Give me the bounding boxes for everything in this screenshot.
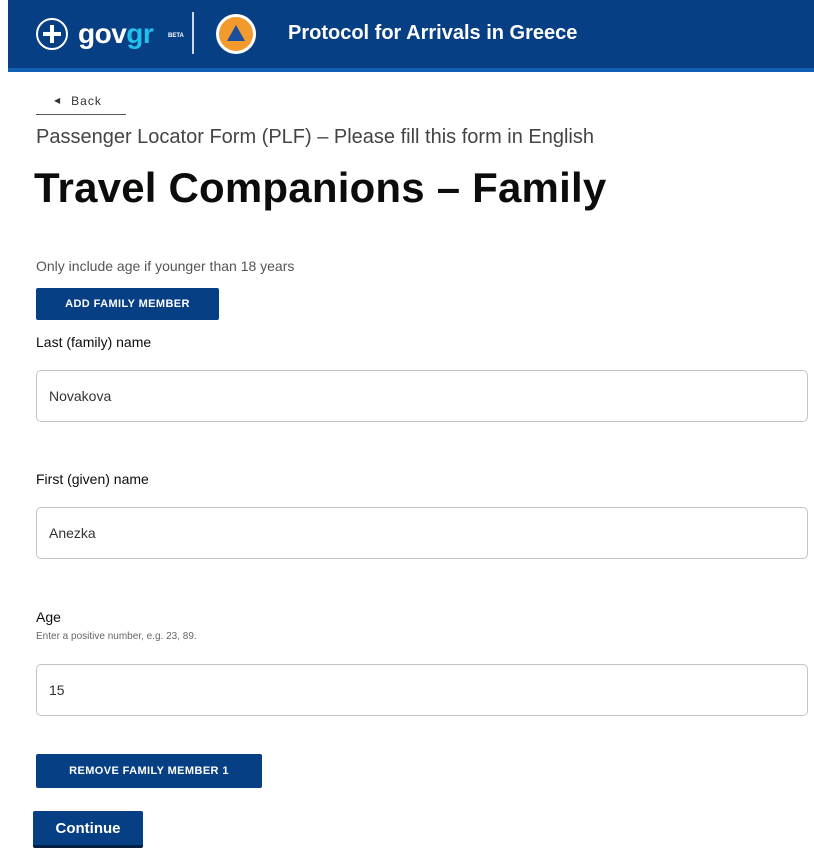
site-header: govgr BETA Protocol for Arrivals in Gree… <box>8 0 814 72</box>
govgr-logo[interactable]: govgr <box>78 18 154 50</box>
continue-button[interactable]: Continue <box>33 811 143 848</box>
header-divider <box>192 12 194 54</box>
age-hint: Enter a positive number, e.g. 23, 89. <box>36 631 197 642</box>
add-family-member-button[interactable]: ADD FAMILY MEMBER <box>36 288 219 320</box>
header-title[interactable]: Protocol for Arrivals in Greece <box>288 22 577 45</box>
remove-family-member-button[interactable]: REMOVE FAMILY MEMBER 1 <box>36 754 262 788</box>
brand-main: gov <box>78 18 127 49</box>
first-name-label: First (given) name <box>36 471 149 487</box>
greek-emblem-icon <box>36 18 68 50</box>
age-input[interactable] <box>36 664 808 716</box>
back-label: Back <box>71 93 102 108</box>
brand-accent: gr <box>126 18 154 49</box>
age-label: Age <box>36 609 61 625</box>
page-title: Travel Companions – Family <box>34 164 607 211</box>
last-name-input[interactable] <box>36 370 808 422</box>
back-link[interactable]: ◀ Back <box>36 87 126 115</box>
beta-badge: BETA <box>168 33 184 39</box>
age-inclusion-hint: Only include age if younger than 18 year… <box>36 258 295 274</box>
last-name-label: Last (family) name <box>36 334 152 350</box>
chevron-left-icon: ◀ <box>54 96 62 105</box>
form-subtitle: Passenger Locator Form (PLF) – Please fi… <box>36 126 594 148</box>
first-name-input[interactable] <box>36 507 808 559</box>
civil-protection-icon <box>216 14 256 54</box>
